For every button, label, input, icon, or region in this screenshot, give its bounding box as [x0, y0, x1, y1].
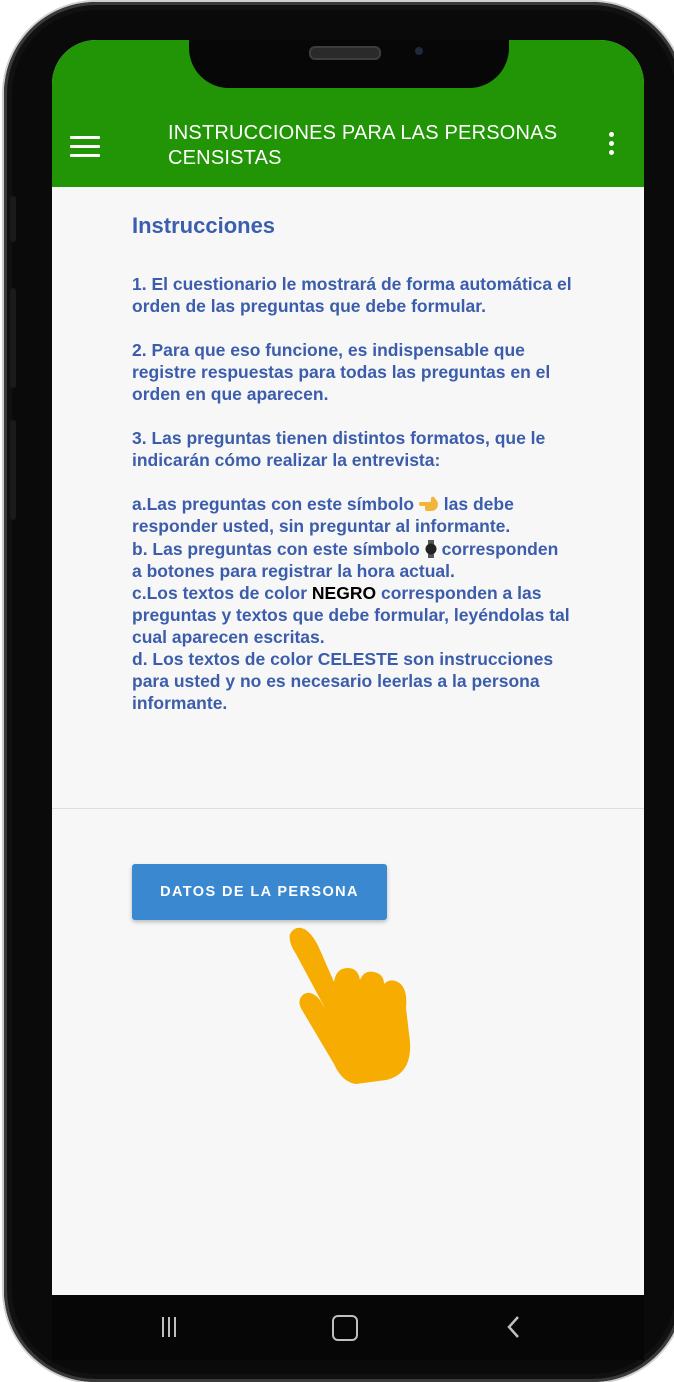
phone-side-button: [10, 288, 16, 388]
format-text: c.Los textos de color: [132, 583, 308, 603]
instructions-heading: Instrucciones: [132, 213, 276, 238]
instructions-panel: Instrucciones 1. El cuestionario le most…: [132, 213, 572, 736]
section-divider: [52, 808, 644, 809]
instruction-item: 1. El cuestionario le mostrará de forma …: [132, 273, 572, 317]
black-highlight: NEGRO: [311, 583, 377, 603]
app-screen: INSTRUCCIONES PARA LAS PERSONAS CENSISTA…: [52, 40, 644, 1360]
format-item-c: c.Los textos de color NEGRO corresponden…: [132, 582, 572, 648]
format-list: a.Las preguntas con este símbolo las deb…: [132, 493, 572, 714]
more-vertical-icon[interactable]: [604, 132, 618, 162]
app-bar-title: INSTRUCCIONES PARA LAS PERSONAS CENSISTA…: [168, 122, 558, 169]
tap-hand-icon: [289, 927, 411, 1084]
instruction-item: 3. Las preguntas tienen distintos format…: [132, 427, 572, 471]
pointing-hand-icon: [418, 496, 438, 511]
instruction-item: 2. Para que eso funcione, es indispensab…: [132, 339, 572, 405]
datos-de-la-persona-button[interactable]: DATOS DE LA PERSONA: [132, 864, 387, 920]
speaker-grille: [309, 46, 381, 60]
system-nav-bar: [52, 1295, 644, 1360]
format-item-a: a.Las preguntas con este símbolo las deb…: [132, 493, 572, 537]
front-camera: [415, 47, 423, 55]
back-chevron-icon[interactable]: [504, 1315, 524, 1339]
format-text: a.Las preguntas con este símbolo: [132, 494, 415, 514]
format-text: b. Las preguntas con este símbolo: [132, 539, 420, 559]
hamburger-menu-icon[interactable]: [70, 136, 100, 158]
phone-side-button: [10, 420, 16, 520]
instruction-text: 3. Las preguntas tienen distintos format…: [132, 428, 546, 470]
format-item-d: d. Los textos de color CELESTE son instr…: [132, 649, 554, 713]
recents-icon[interactable]: [162, 1317, 182, 1341]
instruction-text: 2. Para que eso funcione, es indispensab…: [132, 340, 551, 404]
phone-side-button: [10, 196, 16, 242]
watch-icon: [425, 540, 437, 558]
home-icon[interactable]: [332, 1315, 358, 1341]
format-item-b: b. Las preguntas con este símbolo corres…: [132, 537, 572, 582]
phone-notch: [189, 40, 509, 88]
instruction-text: 1. El cuestionario le mostrará de forma …: [132, 274, 572, 316]
